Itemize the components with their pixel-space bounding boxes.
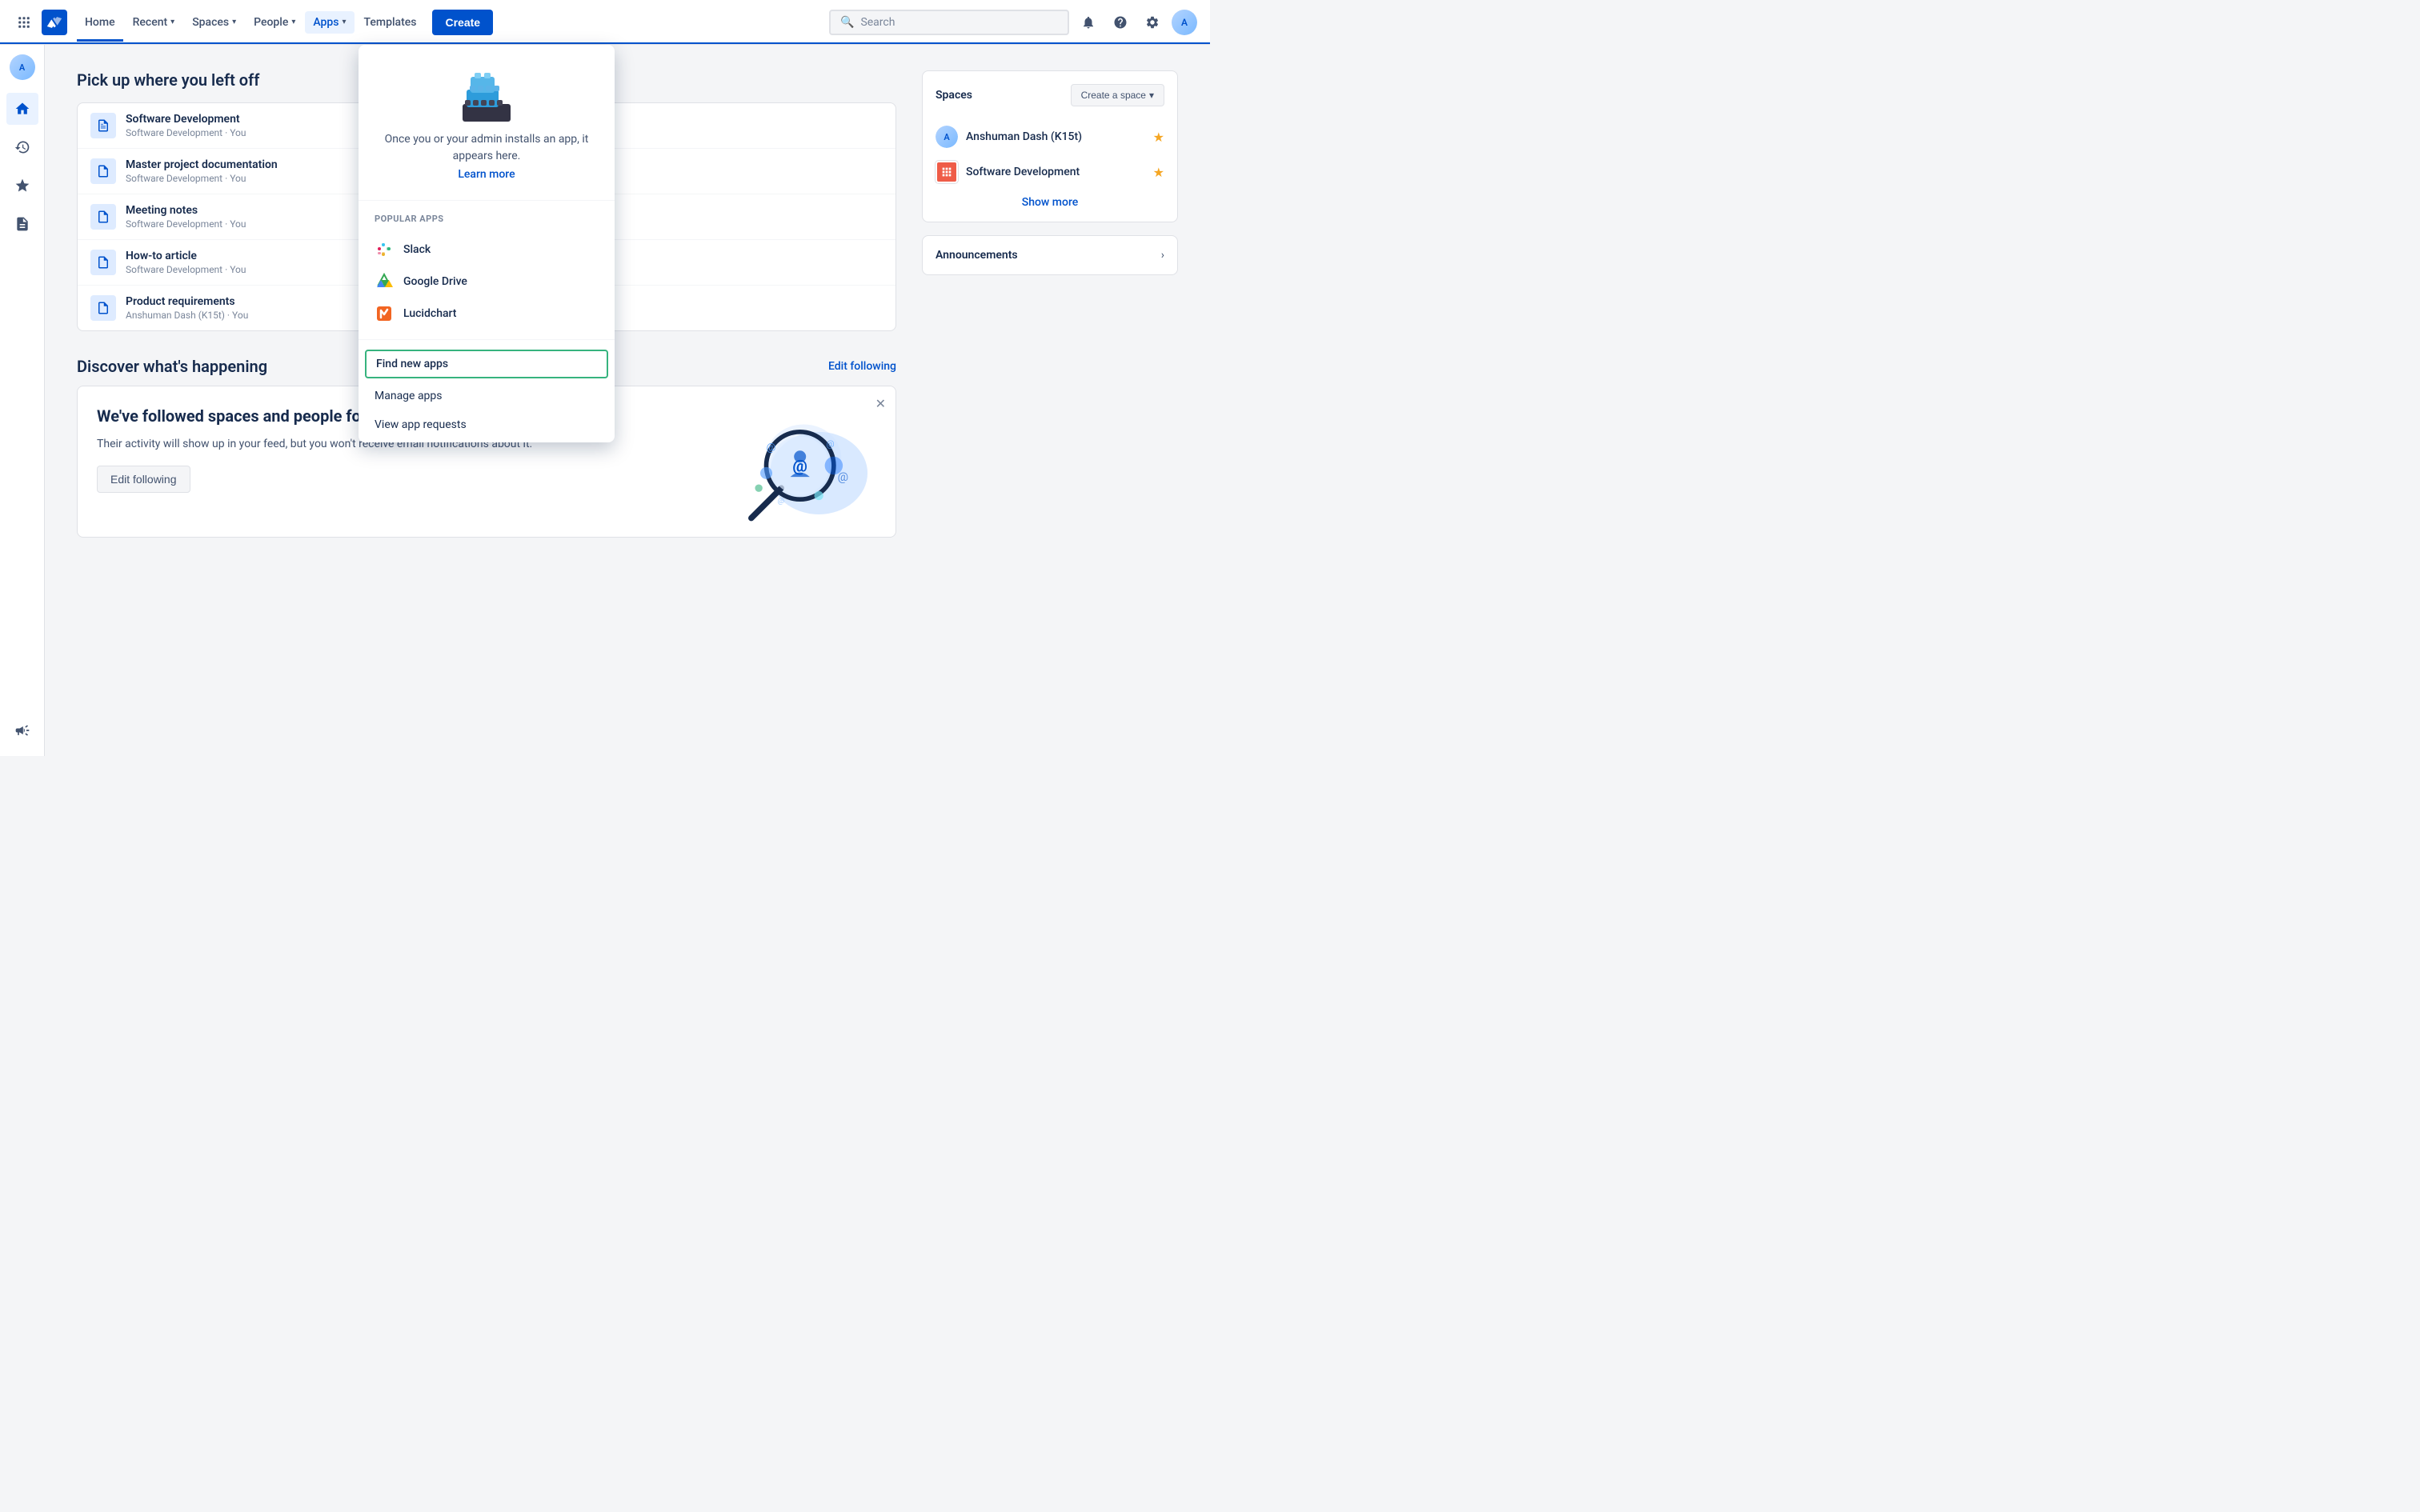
notifications-button[interactable]	[1076, 10, 1101, 35]
settings-button[interactable]	[1140, 10, 1165, 35]
sidebar-user-avatar[interactable]: A	[10, 54, 35, 80]
edit-following-link[interactable]: Edit following	[828, 360, 896, 373]
space-item-1[interactable]: Software Development ★	[936, 154, 1164, 190]
left-sidebar: A	[0, 45, 45, 756]
spaces-card-title: Spaces	[936, 89, 972, 102]
sidebar-drafts-icon[interactable]	[6, 208, 38, 240]
home-nav-item[interactable]: Home	[77, 11, 123, 34]
discover-title-row: Discover what's happening	[77, 357, 267, 376]
lucidchart-app-item[interactable]: Lucidchart	[375, 298, 599, 330]
spaces-card-header: Spaces Create a space ▾	[936, 84, 1164, 106]
recent-nav-label: Recent	[133, 16, 168, 29]
right-column: Spaces Create a space ▾ A Anshuman Dash …	[922, 70, 1178, 730]
sidebar-recent-icon[interactable]	[6, 131, 38, 163]
spaces-card: Spaces Create a space ▾ A Anshuman Dash …	[922, 70, 1178, 222]
svg-text:@: @	[827, 439, 835, 450]
doc-icon-3	[90, 250, 116, 275]
doc-icon-2	[90, 204, 116, 230]
popular-apps-section: POPULAR APPS Slack	[359, 201, 615, 336]
dropdown-actions: Find new apps Manage apps View app reque…	[359, 343, 615, 442]
confluence-logo[interactable]	[42, 10, 67, 35]
slack-icon	[375, 240, 394, 259]
create-space-chevron-icon: ▾	[1149, 90, 1154, 101]
nav-left: Home Recent ▾ Spaces ▾ People ▾ Apps ▾	[13, 10, 493, 35]
view-app-requests-item[interactable]: View app requests	[359, 410, 615, 439]
main-content: Pick up where you left off Software Deve…	[45, 45, 1210, 756]
manage-apps-label: Manage apps	[375, 390, 443, 402]
find-new-apps-label: Find new apps	[376, 358, 448, 370]
announcements-title: Announcements	[936, 249, 1018, 262]
banner-edit-following-button[interactable]: Edit following	[97, 466, 190, 493]
people-nav-label: People	[254, 16, 288, 29]
google-drive-icon	[375, 272, 394, 291]
create-button[interactable]: Create	[432, 10, 493, 35]
search-placeholder: Search	[860, 16, 895, 29]
find-new-apps-item[interactable]: Find new apps	[365, 350, 608, 378]
space-item-1-star-icon: ★	[1153, 165, 1164, 180]
people-chevron-icon: ▾	[291, 18, 295, 26]
apps-dropdown-desc: Once you or your admin installs an app, …	[375, 131, 599, 165]
user-avatar[interactable]: A	[1172, 10, 1197, 35]
manage-apps-item[interactable]: Manage apps	[359, 382, 615, 410]
recent-nav-item[interactable]: Recent ▾	[125, 11, 183, 34]
doc-icon-1	[90, 158, 116, 184]
apps-dropdown-divider	[359, 339, 615, 340]
sidebar-starred-icon[interactable]	[6, 170, 38, 202]
lego-illustration	[451, 64, 523, 128]
google-drive-app-name: Google Drive	[403, 275, 467, 288]
spaces-chevron-icon: ▾	[232, 18, 236, 26]
create-space-button[interactable]: Create a space ▾	[1071, 84, 1164, 106]
google-drive-app-item[interactable]: Google Drive	[375, 266, 599, 298]
sidebar-megaphone-icon[interactable]	[6, 714, 38, 746]
slack-app-item[interactable]: Slack	[375, 234, 599, 266]
lucidchart-icon	[375, 304, 394, 323]
nav-items: Home Recent ▾ Spaces ▾ People ▾ Apps ▾	[77, 10, 493, 35]
close-icon[interactable]: ✕	[875, 396, 886, 411]
space-item-1-left: Software Development	[936, 161, 1080, 183]
nav-right: 🔍 Search A	[829, 10, 1197, 35]
home-nav-wrapper: Home	[77, 11, 123, 34]
announcements-card[interactable]: Announcements ›	[922, 235, 1178, 275]
recent-chevron-icon: ▾	[170, 18, 174, 26]
announcements-chevron-icon: ›	[1161, 249, 1164, 262]
grid-menu-icon[interactable]	[13, 11, 35, 34]
space-item-0-left: A Anshuman Dash (K15t)	[936, 126, 1082, 148]
spaces-nav-item[interactable]: Spaces ▾	[184, 11, 244, 34]
home-nav-label: Home	[85, 16, 115, 29]
people-nav-item[interactable]: People ▾	[246, 11, 303, 34]
slack-app-name: Slack	[403, 243, 431, 256]
space-item-1-icon	[936, 161, 958, 183]
space-item-0-star-icon: ★	[1153, 130, 1164, 145]
top-navigation: Home Recent ▾ Spaces ▾ People ▾ Apps ▾	[0, 0, 1210, 45]
view-app-requests-label: View app requests	[375, 418, 467, 431]
help-button[interactable]	[1108, 10, 1133, 35]
svg-text:@: @	[767, 442, 776, 454]
discover-section-title: Discover what's happening	[77, 357, 267, 376]
apps-nav-item[interactable]: Apps ▾	[305, 11, 354, 34]
apps-nav-label: Apps	[313, 16, 339, 29]
space-item-0[interactable]: A Anshuman Dash (K15t) ★	[936, 119, 1164, 154]
svg-text:@: @	[778, 497, 784, 506]
lucidchart-app-name: Lucidchart	[403, 307, 456, 320]
space-item-0-avatar: A	[936, 126, 958, 148]
apps-dropdown-learn-more-link[interactable]: Learn more	[458, 168, 515, 181]
templates-nav-label: Templates	[364, 16, 417, 29]
doc-icon-0	[90, 113, 116, 138]
spaces-nav-label: Spaces	[192, 16, 229, 29]
apps-dropdown-menu: Once you or your admin installs an app, …	[359, 45, 615, 442]
space-item-0-name: Anshuman Dash (K15t)	[966, 130, 1082, 143]
search-box[interactable]: 🔍 Search	[829, 10, 1069, 35]
apps-chevron-icon: ▾	[343, 18, 347, 26]
templates-nav-item[interactable]: Templates	[356, 11, 425, 34]
banner-illustration: @ @ @ @ @	[716, 406, 876, 518]
doc-icon-4	[90, 295, 116, 321]
space-item-1-name: Software Development	[966, 166, 1080, 178]
apps-dropdown-top: Once you or your admin installs an app, …	[359, 45, 615, 201]
popular-apps-title: POPULAR APPS	[375, 214, 599, 224]
sidebar-home-icon[interactable]	[6, 93, 38, 125]
spaces-show-more-link[interactable]: Show more	[936, 196, 1164, 209]
create-space-label: Create a space	[1081, 90, 1146, 101]
search-icon: 🔍	[840, 16, 854, 29]
